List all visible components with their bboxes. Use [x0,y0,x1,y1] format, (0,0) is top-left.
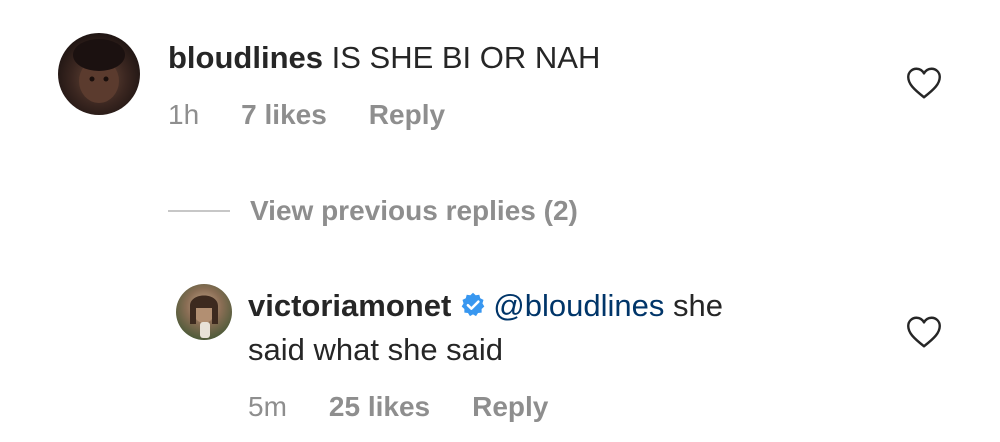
view-previous-replies-label[interactable]: View previous replies (2) [250,195,578,227]
divider-line [168,210,230,212]
view-previous-replies[interactable]: View previous replies (2) [168,194,578,228]
comment-text-line2: said what she said [248,332,504,367]
comment-text-line1: she [672,288,723,323]
username-victoriamonet[interactable]: victoriamonet [248,288,451,323]
comment-bloudlines: bloudlines IS SHE BI OR NAH [168,38,600,78]
comment-time: 1h [168,99,200,130]
comment-time: 5m [248,391,287,422]
mention-link[interactable]: @bloudlines [493,288,664,323]
avatar-victoriamonet[interactable] [176,284,232,340]
comment-victoriamonet-line2: said what she said [248,330,503,370]
comment-victoriamonet-line1: victoriamonet @bloudlines she [248,286,723,326]
username-bloudlines[interactable]: bloudlines [168,40,323,75]
comment-meta-victoriamonet: 5m 25 likes Reply [248,390,548,424]
reply-button[interactable]: Reply [472,391,548,422]
likes-count[interactable]: 25 likes [329,391,430,422]
comment-text: IS SHE BI OR NAH [331,40,601,75]
avatar-bloudlines[interactable] [58,33,140,115]
likes-count[interactable]: 7 likes [241,99,327,130]
verified-badge-icon [461,292,485,317]
comment-meta-bloudlines: 1h 7 likes Reply [168,98,445,132]
heart-outline-icon[interactable] [906,315,942,349]
reply-button[interactable]: Reply [369,99,445,130]
heart-outline-icon[interactable] [906,66,942,100]
